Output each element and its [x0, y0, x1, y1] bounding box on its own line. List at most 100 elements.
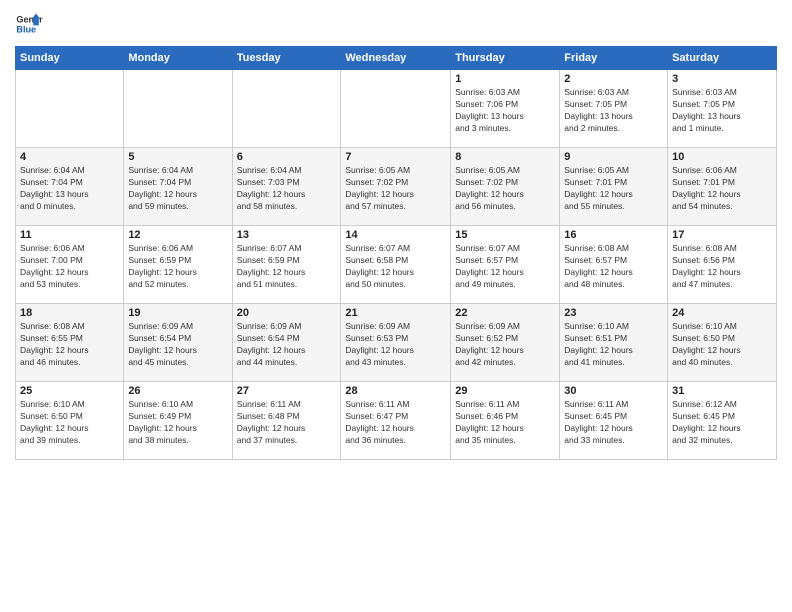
day-info: Sunrise: 6:09 AMSunset: 6:53 PMDaylight:…	[345, 321, 446, 369]
calendar-cell: 1Sunrise: 6:03 AMSunset: 7:06 PMDaylight…	[451, 70, 560, 148]
day-info: Sunrise: 6:10 AMSunset: 6:51 PMDaylight:…	[564, 321, 663, 369]
weekday-header-thursday: Thursday	[451, 47, 560, 70]
calendar-cell: 12 Sunrise: 6:06 AMSunset: 6:59 PMDayligh…	[124, 226, 232, 304]
calendar-cell: 27 Sunrise: 6:11 AMSunset: 6:48 PMDayligh…	[232, 382, 341, 460]
page: General Blue SundayMondayTuesdayWednesda…	[0, 0, 792, 612]
calendar-cell: 4 Sunrise: 6:04 AMSunset: 7:04 PMDaylight…	[16, 148, 124, 226]
day-number: 17	[672, 229, 772, 241]
calendar-table: SundayMondayTuesdayWednesdayThursdayFrid…	[15, 46, 777, 460]
calendar-cell: 2 Sunrise: 6:03 AMSunset: 7:05 PMDaylight…	[560, 70, 668, 148]
day-number: 3	[672, 73, 772, 85]
day-number: 30	[564, 385, 663, 397]
day-info: Sunrise: 6:07 AMSunset: 6:58 PMDaylight:…	[345, 243, 446, 291]
day-info: Sunrise: 6:04 AMSunset: 7:04 PMDaylight:…	[20, 165, 119, 213]
day-number: 4	[20, 151, 119, 163]
calendar-cell: 30Sunrise: 6:11 AMSunset: 6:45 PMDayligh…	[560, 382, 668, 460]
weekday-header-row: SundayMondayTuesdayWednesdayThursdayFrid…	[16, 47, 777, 70]
day-number: 27	[237, 385, 337, 397]
calendar-cell: 17 Sunrise: 6:08 AMSunset: 6:56 PMDayligh…	[668, 226, 777, 304]
day-info: Sunrise: 6:10 AMSunset: 6:50 PMDaylight:…	[20, 399, 119, 447]
day-info: Sunrise: 6:05 AMSunset: 7:02 PMDaylight:…	[455, 165, 555, 213]
weekday-header-wednesday: Wednesday	[341, 47, 451, 70]
day-number: 10	[672, 151, 772, 163]
calendar-cell: 31 Sunrise: 6:12 AMSunset: 6:45 PMDayligh…	[668, 382, 777, 460]
day-info: Sunrise: 6:11 AMSunset: 6:48 PMDaylight:…	[237, 399, 337, 447]
day-number: 26	[128, 385, 227, 397]
day-number: 6	[237, 151, 337, 163]
calendar-week-row: 11Sunrise: 6:06 AMSunset: 7:00 PMDayligh…	[16, 226, 777, 304]
day-number: 23	[564, 307, 663, 319]
day-number: 14	[345, 229, 446, 241]
svg-text:Blue: Blue	[16, 24, 36, 34]
day-info: Sunrise: 6:11 AMSunset: 6:47 PMDaylight:…	[345, 399, 446, 447]
calendar-cell	[341, 70, 451, 148]
day-number: 12	[128, 229, 227, 241]
calendar-cell: 23 Sunrise: 6:10 AMSunset: 6:51 PMDayligh…	[560, 304, 668, 382]
day-info: Sunrise: 6:05 AMSunset: 7:02 PMDaylight:…	[345, 165, 446, 213]
day-info: Sunrise: 6:10 AMSunset: 6:50 PMDaylight:…	[672, 321, 772, 369]
day-info: Sunrise: 6:10 AMSunset: 6:49 PMDaylight:…	[128, 399, 227, 447]
calendar-cell: 9 Sunrise: 6:05 AMSunset: 7:01 PMDaylight…	[560, 148, 668, 226]
day-info: Sunrise: 6:08 AMSunset: 6:57 PMDaylight:…	[564, 243, 663, 291]
calendar-cell: 5Sunrise: 6:04 AMSunset: 7:04 PMDaylight…	[124, 148, 232, 226]
weekday-header-saturday: Saturday	[668, 47, 777, 70]
day-number: 2	[564, 73, 663, 85]
calendar-cell: 22 Sunrise: 6:09 AMSunset: 6:52 PMDayligh…	[451, 304, 560, 382]
day-info: Sunrise: 6:06 AMSunset: 7:00 PMDaylight:…	[20, 243, 119, 291]
calendar-cell: 21Sunrise: 6:09 AMSunset: 6:53 PMDayligh…	[341, 304, 451, 382]
day-number: 29	[455, 385, 555, 397]
calendar-cell: 6 Sunrise: 6:04 AMSunset: 7:03 PMDaylight…	[232, 148, 341, 226]
calendar-cell: 11Sunrise: 6:06 AMSunset: 7:00 PMDayligh…	[16, 226, 124, 304]
day-number: 31	[672, 385, 772, 397]
day-info: Sunrise: 6:12 AMSunset: 6:45 PMDaylight:…	[672, 399, 772, 447]
logo-icon: General Blue	[15, 10, 43, 38]
calendar-cell: 15Sunrise: 6:07 AMSunset: 6:57 PMDayligh…	[451, 226, 560, 304]
day-info: Sunrise: 6:07 AMSunset: 6:59 PMDaylight:…	[237, 243, 337, 291]
day-info: Sunrise: 6:06 AMSunset: 6:59 PMDaylight:…	[128, 243, 227, 291]
calendar-week-row: 4 Sunrise: 6:04 AMSunset: 7:04 PMDaylight…	[16, 148, 777, 226]
calendar-cell: 8 Sunrise: 6:05 AMSunset: 7:02 PMDaylight…	[451, 148, 560, 226]
calendar-cell: 28 Sunrise: 6:11 AMSunset: 6:47 PMDayligh…	[341, 382, 451, 460]
calendar-cell: 14 Sunrise: 6:07 AMSunset: 6:58 PMDayligh…	[341, 226, 451, 304]
day-number: 25	[20, 385, 119, 397]
day-info: Sunrise: 6:03 AMSunset: 7:05 PMDaylight:…	[564, 87, 663, 135]
day-info: Sunrise: 6:03 AMSunset: 7:06 PMDaylight:…	[455, 87, 555, 135]
day-number: 7	[345, 151, 446, 163]
calendar-cell: 3 Sunrise: 6:03 AMSunset: 7:05 PMDaylight…	[668, 70, 777, 148]
day-info: Sunrise: 6:05 AMSunset: 7:01 PMDaylight:…	[564, 165, 663, 213]
calendar-cell: 29Sunrise: 6:11 AMSunset: 6:46 PMDayligh…	[451, 382, 560, 460]
header: General Blue	[15, 10, 777, 38]
calendar-cell	[232, 70, 341, 148]
day-number: 5	[128, 151, 227, 163]
day-info: Sunrise: 6:06 AMSunset: 7:01 PMDaylight:…	[672, 165, 772, 213]
calendar-week-row: 25 Sunrise: 6:10 AMSunset: 6:50 PMDayligh…	[16, 382, 777, 460]
day-number: 13	[237, 229, 337, 241]
day-info: Sunrise: 6:09 AMSunset: 6:52 PMDaylight:…	[455, 321, 555, 369]
calendar-week-row: 1Sunrise: 6:03 AMSunset: 7:06 PMDaylight…	[16, 70, 777, 148]
calendar-cell: 16 Sunrise: 6:08 AMSunset: 6:57 PMDayligh…	[560, 226, 668, 304]
weekday-header-friday: Friday	[560, 47, 668, 70]
day-number: 20	[237, 307, 337, 319]
calendar-cell: 26 Sunrise: 6:10 AMSunset: 6:49 PMDayligh…	[124, 382, 232, 460]
calendar-cell: 7 Sunrise: 6:05 AMSunset: 7:02 PMDaylight…	[341, 148, 451, 226]
calendar-cell	[16, 70, 124, 148]
day-number: 28	[345, 385, 446, 397]
weekday-header-sunday: Sunday	[16, 47, 124, 70]
day-info: Sunrise: 6:09 AMSunset: 6:54 PMDaylight:…	[128, 321, 227, 369]
day-number: 8	[455, 151, 555, 163]
day-number: 16	[564, 229, 663, 241]
day-info: Sunrise: 6:08 AMSunset: 6:56 PMDaylight:…	[672, 243, 772, 291]
calendar-week-row: 18Sunrise: 6:08 AMSunset: 6:55 PMDayligh…	[16, 304, 777, 382]
calendar-cell: 24 Sunrise: 6:10 AMSunset: 6:50 PMDayligh…	[668, 304, 777, 382]
day-number: 9	[564, 151, 663, 163]
day-info: Sunrise: 6:04 AMSunset: 7:03 PMDaylight:…	[237, 165, 337, 213]
weekday-header-monday: Monday	[124, 47, 232, 70]
calendar-cell: 25 Sunrise: 6:10 AMSunset: 6:50 PMDayligh…	[16, 382, 124, 460]
calendar-cell: 18Sunrise: 6:08 AMSunset: 6:55 PMDayligh…	[16, 304, 124, 382]
day-number: 24	[672, 307, 772, 319]
calendar-cell	[124, 70, 232, 148]
day-number: 15	[455, 229, 555, 241]
day-number: 18	[20, 307, 119, 319]
day-info: Sunrise: 6:03 AMSunset: 7:05 PMDaylight:…	[672, 87, 772, 135]
day-number: 22	[455, 307, 555, 319]
